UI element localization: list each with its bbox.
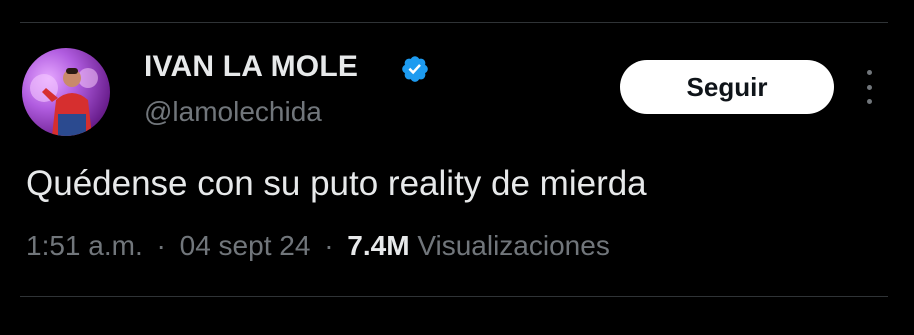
tweet-date[interactable]: 04 sept 24 — [180, 230, 311, 261]
top-divider — [20, 22, 888, 23]
dot — [866, 99, 872, 104]
meta-separator: · — [324, 230, 334, 261]
follow-button[interactable]: Seguir — [620, 60, 834, 114]
meta-separator: · — [156, 230, 166, 261]
dot — [866, 84, 872, 90]
tweet-text: Quédense con su puto reality de mierda — [26, 164, 647, 203]
author-display-name[interactable]: IVAN LA MOLE — [144, 50, 358, 84]
avatar[interactable] — [22, 48, 110, 136]
tweet-meta: 1:51 a.m. · 04 sept 24 · 7.4M Visualizac… — [26, 230, 610, 262]
author-handle[interactable]: @lamolechida — [144, 96, 322, 128]
verified-badge-icon — [402, 56, 428, 82]
avatar-image — [30, 68, 98, 136]
more-vertical-icon[interactable] — [862, 70, 876, 104]
tweet-time[interactable]: 1:51 a.m. — [26, 230, 143, 261]
views-label[interactable]: Visualizaciones — [417, 230, 610, 261]
dot — [866, 70, 872, 75]
views-count[interactable]: 7.4M — [347, 230, 409, 261]
bottom-divider — [20, 296, 888, 297]
